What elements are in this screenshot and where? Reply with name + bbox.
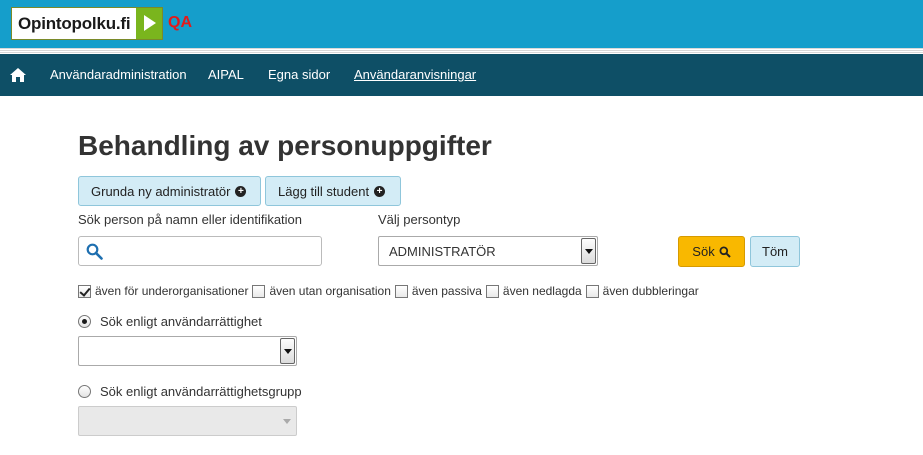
search-icon [86,243,103,260]
main-navigation: Användaradministration AIPAL Egna sidor … [0,54,923,96]
filter-checkboxes: även för underorganisationer även utan o… [78,283,703,299]
radio-label: Sök enligt användarrättighet [100,313,262,329]
checkbox-underorganisationer[interactable] [78,284,91,298]
header-divider [0,48,923,53]
page-title: Behandling av personuppgifter [78,130,492,161]
checkbox-label: även för underorganisationer [95,284,249,298]
top-header: Opintopolku.fi QA [0,0,923,48]
person-type-value: ADMINISTRATÖR [389,243,496,259]
logo-arrow-icon [136,8,162,39]
nav-item-anvandaradministration[interactable]: Användaradministration [50,67,187,82]
logo-text: Opintopolku.fi [18,13,131,33]
nav-item-egna-sidor[interactable]: Egna sidor [268,67,330,82]
checkbox-passiva[interactable] [394,284,408,298]
person-type-label: Välj persontyp [378,212,461,227]
chevron-down-icon [280,338,295,364]
create-admin-label: Grunda ny administratör [91,183,231,199]
add-student-button[interactable]: Lägg till student + [265,176,401,206]
nav-item-anvandaranvisningar[interactable]: Användaranvisningar [354,67,476,82]
chevron-down-icon [280,408,295,434]
clear-button-label: Töm [762,244,788,259]
search-icon [719,246,731,258]
add-student-label: Lägg till student [278,183,370,199]
rights-group-select [78,406,297,436]
create-admin-button[interactable]: Grunda ny administratör + [78,176,261,206]
home-icon[interactable] [9,67,27,83]
radio-label: Sök enligt användarrättighetsgrupp [100,383,302,399]
search-button[interactable]: Sök [678,236,745,267]
plus-circle-icon: + [235,185,247,197]
radio-search-by-right-group[interactable] [78,384,91,398]
opintopolku-logo[interactable]: Opintopolku.fi [11,7,163,40]
checkbox-dubbleringar[interactable] [585,284,599,298]
nav-item-aipal[interactable]: AIPAL [208,67,244,82]
plus-circle-icon: + [374,185,386,197]
chevron-down-icon [581,238,596,264]
checkbox-label: även nedlagda [502,284,582,298]
radio-row-group: Sök enligt användarrättighetsgrupp [78,383,302,399]
search-button-label: Sök [692,244,715,259]
checkbox-utan-organisation[interactable] [252,284,266,298]
radio-row-rights: Sök enligt användarrättighet [78,313,262,329]
checkbox-nedlagda[interactable] [485,284,499,298]
checkbox-label: även passiva [411,284,482,298]
radio-search-by-right[interactable] [78,314,91,328]
checkbox-label: även utan organisation [269,284,391,298]
rights-select[interactable] [78,336,297,366]
clear-button[interactable]: Töm [750,236,800,267]
search-person-label: Sök person på namn eller identifikation [78,212,303,227]
environment-label: QA [168,14,192,31]
person-type-select[interactable]: ADMINISTRATÖR [378,236,598,266]
checkbox-label: även dubbleringar [602,284,699,298]
search-input[interactable] [78,236,322,266]
